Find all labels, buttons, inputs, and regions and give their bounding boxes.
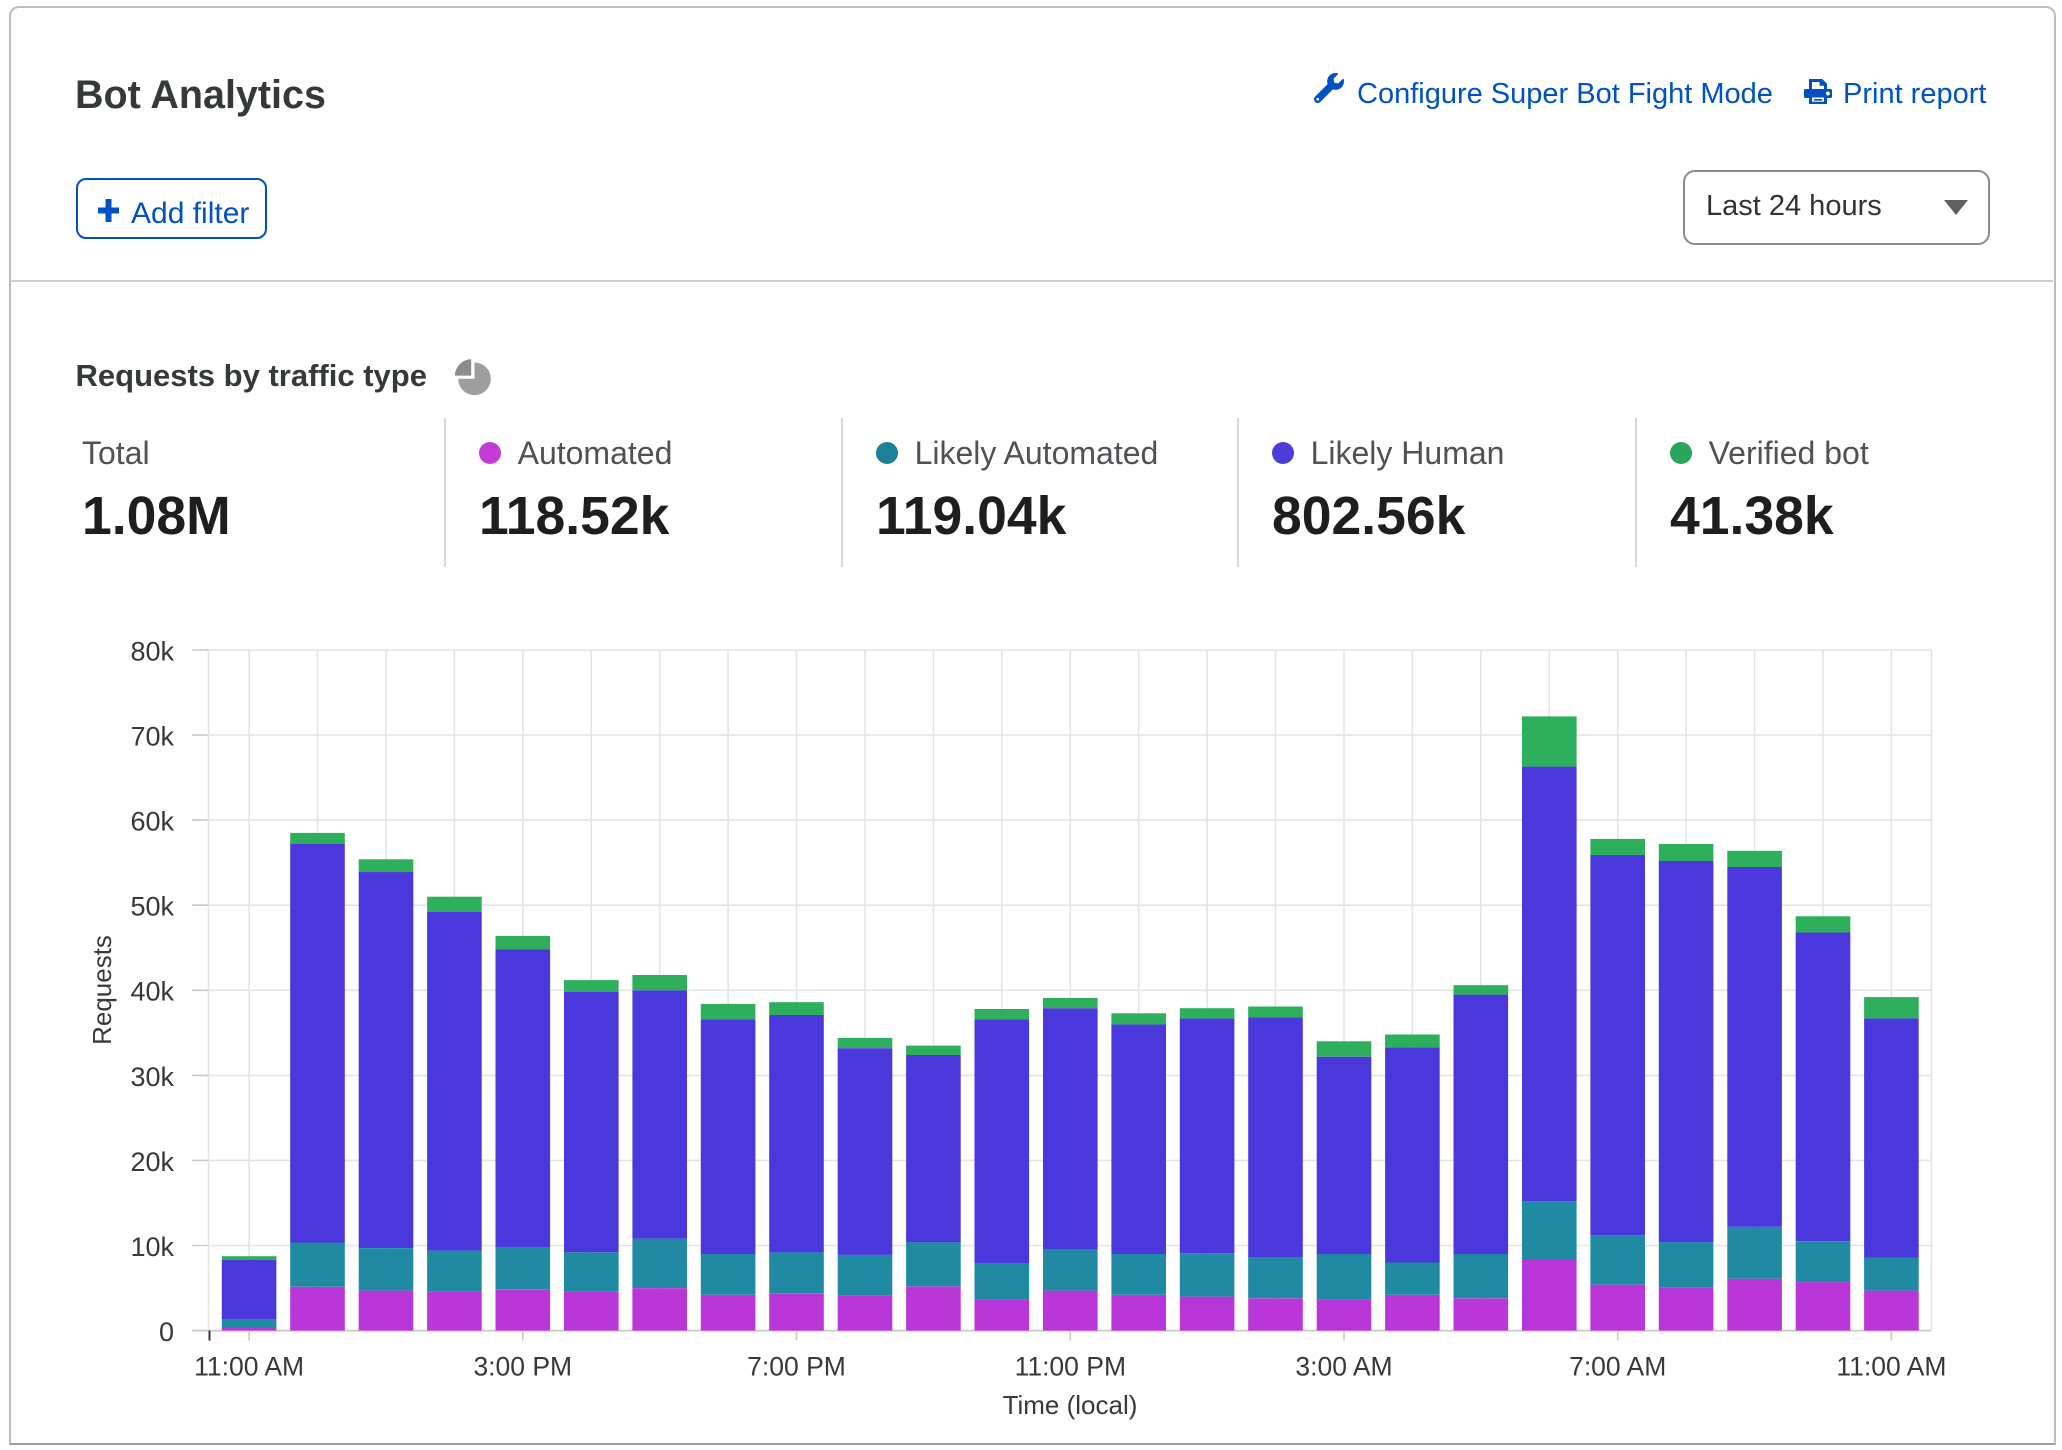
svg-text:80k: 80k — [130, 636, 174, 666]
svg-text:20k: 20k — [130, 1147, 174, 1177]
svg-text:7:00 PM: 7:00 PM — [747, 1352, 846, 1382]
svg-text:Time (local): Time (local) — [1003, 1390, 1138, 1420]
svg-text:50k: 50k — [130, 892, 174, 922]
svg-text:3:00 AM: 3:00 AM — [1295, 1352, 1392, 1382]
svg-text:70k: 70k — [130, 722, 174, 752]
svg-text:11:00 PM: 11:00 PM — [1015, 1352, 1126, 1382]
svg-text:3:00 PM: 3:00 PM — [473, 1352, 572, 1382]
svg-text:11:00 AM: 11:00 AM — [1836, 1352, 1946, 1382]
svg-text:60k: 60k — [130, 807, 174, 837]
svg-text:30k: 30k — [130, 1062, 174, 1092]
svg-text:0: 0 — [159, 1317, 174, 1347]
svg-text:Requests: Requests — [87, 935, 117, 1045]
svg-text:40k: 40k — [130, 977, 174, 1007]
svg-text:11:00 AM: 11:00 AM — [194, 1352, 304, 1382]
svg-text:10k: 10k — [130, 1232, 174, 1262]
svg-text:7:00 AM: 7:00 AM — [1569, 1352, 1666, 1382]
